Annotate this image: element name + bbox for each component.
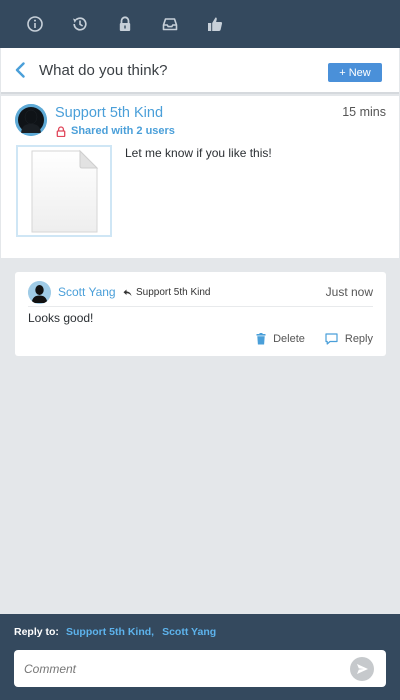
back-chevron-icon[interactable] bbox=[5, 47, 35, 93]
post-message: Let me know if you like this! bbox=[125, 146, 272, 160]
info-icon[interactable] bbox=[24, 13, 46, 35]
post-timestamp: 15 mins bbox=[342, 105, 386, 119]
history-icon[interactable] bbox=[69, 13, 91, 35]
comment-input[interactable] bbox=[14, 650, 344, 687]
delete-label: Delete bbox=[273, 333, 305, 345]
recipient-list: Support 5th Kind, Scott Yang bbox=[66, 626, 216, 638]
post-author[interactable]: Support 5th Kind bbox=[55, 105, 163, 121]
send-button[interactable] bbox=[350, 657, 374, 681]
speech-bubble-icon bbox=[325, 333, 338, 345]
lock-icon[interactable] bbox=[114, 13, 136, 35]
recipient[interactable]: Support 5th Kind, bbox=[66, 626, 154, 638]
recipient[interactable]: Scott Yang bbox=[162, 626, 216, 638]
file-thumbnail[interactable] bbox=[16, 145, 112, 237]
divider bbox=[28, 306, 373, 307]
comment-timestamp: Just now bbox=[325, 285, 373, 299]
reply-arrow-icon bbox=[123, 289, 132, 297]
reply-to-name: Support 5th Kind bbox=[136, 287, 211, 298]
reply-button[interactable]: Reply bbox=[325, 333, 373, 345]
shared-with-label: Shared with 2 users bbox=[71, 125, 175, 137]
avatar bbox=[15, 104, 47, 136]
thread-title: What do you think? bbox=[39, 61, 168, 79]
comment-body: Looks good! bbox=[28, 311, 94, 325]
lock-icon bbox=[56, 125, 66, 137]
reply-composer: Reply to: Support 5th Kind, Scott Yang bbox=[0, 614, 400, 700]
thread-header: What do you think? + New bbox=[1, 48, 399, 94]
original-post: Support 5th Kind 15 mins Shared with 2 u… bbox=[1, 96, 399, 258]
comment-field-wrapper bbox=[14, 650, 386, 687]
comment-actions: Delete Reply bbox=[256, 333, 373, 345]
send-icon bbox=[356, 664, 368, 674]
comment-author[interactable]: Scott Yang bbox=[58, 285, 116, 299]
comment-card: Scott Yang Support 5th Kind Just now Loo… bbox=[15, 272, 386, 356]
inbox-icon[interactable] bbox=[159, 13, 181, 35]
top-toolbar bbox=[0, 0, 400, 48]
trash-icon bbox=[256, 333, 266, 345]
new-button[interactable]: + New bbox=[328, 63, 382, 82]
reply-label: Reply bbox=[344, 333, 373, 345]
shared-status[interactable]: Shared with 2 users bbox=[56, 125, 175, 137]
delete-button[interactable]: Delete bbox=[256, 333, 305, 345]
reply-to-label: Reply to: bbox=[14, 626, 59, 638]
thumbs-up-icon[interactable] bbox=[204, 13, 226, 35]
in-reply-to: Support 5th Kind bbox=[123, 287, 211, 298]
document-icon bbox=[31, 149, 99, 233]
avatar bbox=[28, 281, 51, 304]
